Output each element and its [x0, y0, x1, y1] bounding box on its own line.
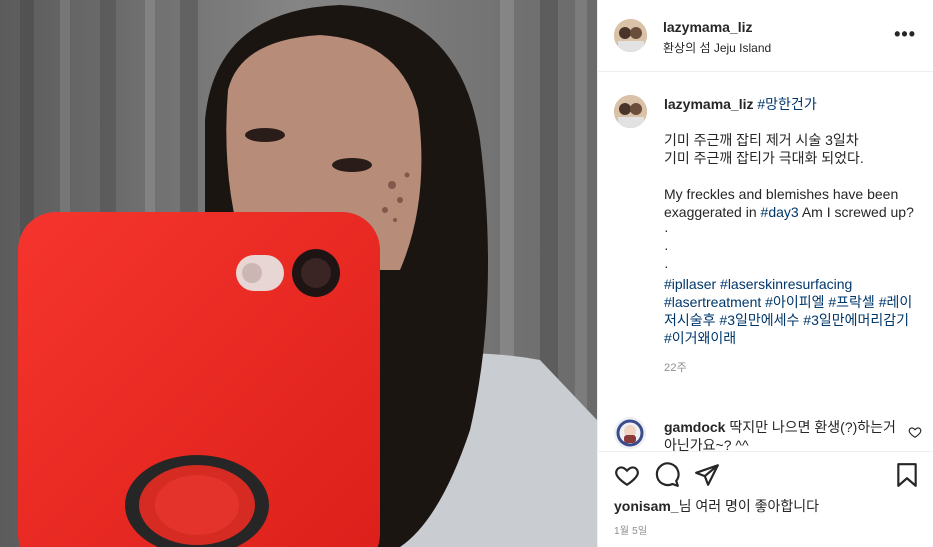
hashtag-link[interactable]: #3일만에세수 — [719, 312, 799, 328]
hashtag-link[interactable]: #아이피엘 — [765, 294, 824, 310]
more-icon[interactable]: ••• — [894, 24, 916, 45]
location-link[interactable]: 환상의 섬 Jeju Island — [663, 39, 771, 56]
avatar[interactable] — [614, 417, 646, 449]
hashtag-link[interactable]: #이거왜이래 — [664, 330, 736, 346]
comment-icon[interactable] — [654, 462, 680, 488]
caption-line: 기미 주근깨 잡티 제거 시술 3일차 — [664, 132, 859, 148]
caption-dot: · — [664, 258, 669, 274]
post-photo[interactable] — [0, 0, 597, 547]
post-header: lazymama_liz 환상의 섬 Jeju Island ••• — [598, 0, 933, 72]
hashtag-link[interactable]: #day3 — [761, 204, 799, 220]
post-actions: yonisam_님 여러 명이 좋아합니다 1월 5일 — [598, 451, 933, 547]
caption-dot: · — [664, 222, 669, 238]
caption-dot: · — [664, 240, 669, 256]
hashtag-list: #ipllaser #laserskinresurfacing #lasertr… — [664, 275, 914, 347]
avatar[interactable] — [614, 95, 647, 128]
comment-username[interactable]: gamdock — [664, 419, 725, 435]
hashtag-link[interactable]: #laserskinresurfacing — [720, 276, 852, 292]
avatar[interactable] — [614, 19, 647, 52]
hashtag-link[interactable]: #ipllaser — [664, 276, 716, 292]
comment-text: gamdock 딱지만 나으면 환생(?)하는거 아닌가요~? ^^ — [664, 418, 896, 451]
caption-timestamp[interactable]: 22주 — [664, 359, 914, 377]
post-date[interactable]: 1월 5일 — [614, 522, 647, 537]
photo-illustration — [0, 0, 597, 547]
share-icon[interactable] — [694, 462, 720, 488]
hashtag-link[interactable]: #lasertreatment — [664, 294, 761, 310]
heart-icon[interactable] — [614, 462, 640, 488]
like-comment-heart-icon[interactable] — [908, 425, 922, 439]
hashtag-link[interactable]: #프락셀 — [828, 294, 874, 310]
caption-text: lazymama_liz #망한건가 기미 주근깨 잡티 제거 시술 3일차 기… — [664, 95, 914, 377]
hashtag-link[interactable]: #망한건가 — [757, 96, 816, 112]
bookmark-icon[interactable] — [894, 462, 920, 488]
likes-summary[interactable]: yonisam_님 여러 명이 좋아합니다 — [614, 496, 819, 516]
likes-user[interactable]: yonisam_ — [614, 498, 679, 514]
comments-section: lazymama_liz #망한건가 기미 주근깨 잡티 제거 시술 3일차 기… — [598, 73, 933, 451]
hashtag-link[interactable]: #3일만에머리감기 — [803, 312, 909, 328]
likes-suffix: 님 여러 명이 좋아합니다 — [678, 498, 820, 514]
caption-line: 기미 주근깨 잡티가 극대화 되었다. — [664, 150, 864, 166]
caption-line: Am I screwed up? — [801, 204, 914, 220]
caption-username[interactable]: lazymama_liz — [664, 96, 754, 112]
header-username[interactable]: lazymama_liz — [663, 19, 753, 35]
post-side-panel: lazymama_liz 환상의 섬 Jeju Island ••• lazym… — [597, 0, 933, 547]
